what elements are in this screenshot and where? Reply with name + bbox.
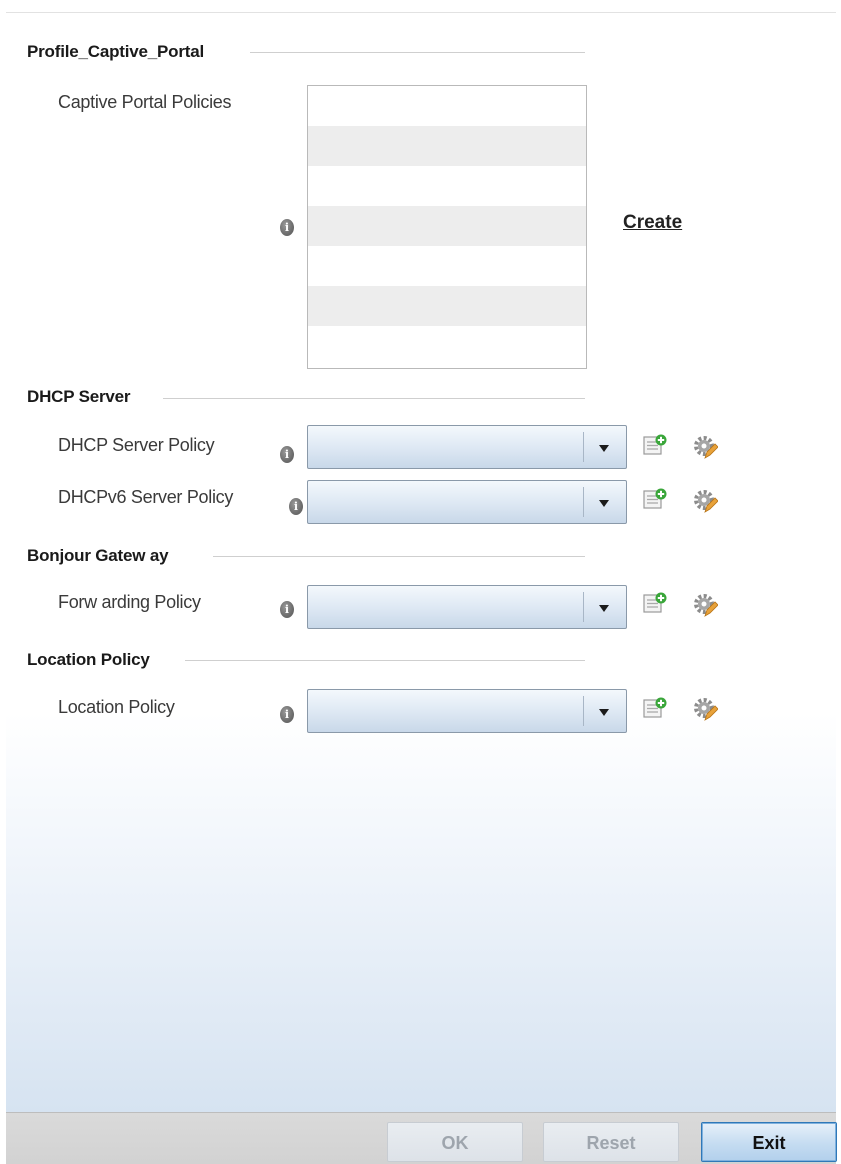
edit-gear-icon[interactable] <box>692 488 718 514</box>
edit-gear-icon[interactable] <box>692 592 718 618</box>
create-captive-portal-link[interactable]: Create <box>623 212 682 234</box>
add-policy-icon[interactable] <box>643 434 667 456</box>
list-item[interactable] <box>308 206 586 246</box>
add-policy-icon[interactable] <box>643 488 667 510</box>
chevron-down-icon <box>599 709 609 716</box>
dhcp-server-policy-select[interactable] <box>307 425 627 469</box>
info-icon[interactable]: i <box>280 706 294 723</box>
list-item[interactable] <box>308 326 586 366</box>
info-icon[interactable]: i <box>280 219 294 236</box>
chevron-down-icon <box>599 445 609 452</box>
info-icon[interactable]: i <box>280 601 294 618</box>
captive-portal-policies-label: Captive Portal Policies <box>58 92 232 112</box>
section-title-dhcp-server: DHCP Server <box>27 387 131 406</box>
edit-gear-icon[interactable] <box>692 696 718 722</box>
forwarding-policy-label: Forw arding Policy <box>58 592 201 612</box>
list-item[interactable] <box>308 246 586 286</box>
add-policy-icon[interactable] <box>643 697 667 719</box>
info-icon[interactable]: i <box>280 446 294 463</box>
reset-button[interactable]: Reset <box>543 1122 679 1162</box>
dhcpv6-server-policy-label: DHCPv6 Server Policy <box>58 487 234 507</box>
list-item[interactable] <box>308 286 586 326</box>
exit-button[interactable]: Exit <box>701 1122 837 1162</box>
edit-gear-icon[interactable] <box>692 434 718 460</box>
chevron-down-icon <box>599 500 609 507</box>
list-item[interactable] <box>308 86 586 126</box>
dhcpv6-server-policy-select[interactable] <box>307 480 627 524</box>
location-policy-label: Location Policy <box>58 697 175 717</box>
list-item[interactable] <box>308 166 586 206</box>
section-divider <box>163 398 585 399</box>
section-divider <box>185 660 585 661</box>
forwarding-policy-select[interactable] <box>307 585 627 629</box>
section-divider <box>250 52 585 53</box>
add-policy-icon[interactable] <box>643 592 667 614</box>
location-policy-select[interactable] <box>307 689 627 733</box>
list-item[interactable] <box>308 126 586 166</box>
ok-button[interactable]: OK <box>387 1122 523 1162</box>
captive-portal-policies-list[interactable] <box>307 85 587 369</box>
section-title-bonjour-gateway: Bonjour Gatew ay <box>27 546 169 565</box>
dhcp-server-policy-label: DHCP Server Policy <box>58 435 215 455</box>
section-title-captive-portal: Profile_Captive_Portal <box>27 42 204 61</box>
section-divider <box>213 556 585 557</box>
dialog-footer: OK Reset Exit <box>6 1112 837 1164</box>
chevron-down-icon <box>599 605 609 612</box>
section-title-location-policy: Location Policy <box>27 650 150 669</box>
info-icon[interactable]: i <box>289 498 303 515</box>
